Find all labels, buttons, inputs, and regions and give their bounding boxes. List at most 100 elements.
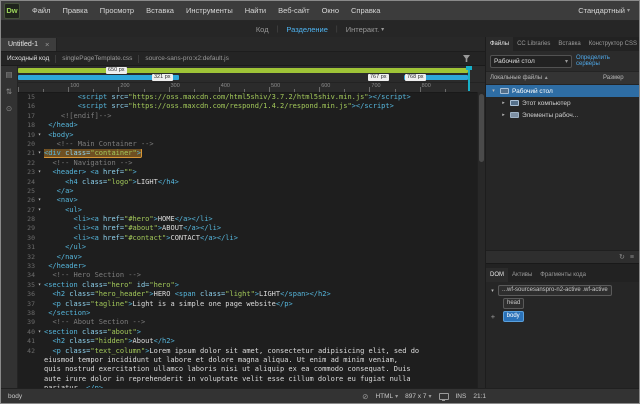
tab-dom[interactable]: DOM <box>486 268 508 282</box>
code-line[interactable]: 42 <p class="text_column">Lorem ipsum do… <box>18 347 485 356</box>
dom-row[interactable]: + body <box>486 310 639 323</box>
fold-arrow-icon[interactable]: ▾ <box>35 168 44 177</box>
code-line[interactable]: 21▾<div class="container"> <box>18 149 485 158</box>
dom-row[interactable]: head <box>486 297 639 310</box>
code-line[interactable]: 32 </nav> <box>18 253 485 262</box>
code-line[interactable]: 17 <![endif]--> <box>18 112 485 121</box>
close-icon[interactable]: × <box>45 40 49 49</box>
code-line[interactable]: eiusmod tempor incididunt ut labore et d… <box>18 356 485 365</box>
dom-element-pill[interactable]: head <box>503 298 524 309</box>
menu-item[interactable]: Правка <box>56 1 93 20</box>
code-line[interactable]: 20 <!-- Main Container --> <box>18 140 485 149</box>
tab-активы[interactable]: Активы <box>508 268 536 282</box>
scrollbar-thumb[interactable] <box>479 94 484 162</box>
media-query-label[interactable]: 767 px <box>368 74 389 81</box>
fold-arrow-icon[interactable]: ▾ <box>35 281 44 290</box>
dom-row[interactable]: ▾...wf-sourcesanspro-n2-active .wf-activ… <box>486 284 639 297</box>
app-logo-icon[interactable]: Dw <box>4 3 20 19</box>
editor-scrollbar[interactable] <box>477 92 485 389</box>
code-line[interactable]: 33 </header> <box>18 262 485 271</box>
chevron-down-icon[interactable]: ▾ <box>489 288 496 294</box>
code-line[interactable]: 23▾ <header> <a href=""> <box>18 168 485 177</box>
code-line[interactable]: 26▾ <nav> <box>18 196 485 205</box>
code-line[interactable]: 40▾<section class="about"> <box>18 328 485 337</box>
fold-arrow-icon[interactable]: ▾ <box>35 196 44 205</box>
menu-item[interactable]: Инструменты <box>180 1 239 20</box>
log-icon[interactable]: ≡ <box>630 254 634 261</box>
code-line[interactable]: 34 <!-- Hero Section --> <box>18 271 485 280</box>
code-line[interactable]: 18 </head> <box>18 121 485 130</box>
code-line[interactable]: 24 <h4 class="logo">LIGHT</h4> <box>18 178 485 187</box>
media-query-label[interactable]: 768 px <box>405 74 426 81</box>
related-file[interactable]: singlePageTemplate.css <box>56 52 138 65</box>
add-element-button[interactable]: + <box>489 312 497 321</box>
fold-arrow-icon[interactable]: ▾ <box>35 206 44 215</box>
code-line[interactable]: 39 <!-- About Section --> <box>18 318 485 327</box>
visual-media-queries-bar[interactable]: 650 px 321 px 767 px 768 px <box>18 66 485 83</box>
lint-status-icon[interactable]: ⊘ <box>362 392 368 401</box>
document-width-marker[interactable] <box>468 66 470 91</box>
menu-item[interactable]: Найти <box>239 1 272 20</box>
chevron-down-icon[interactable]: ▾ <box>490 88 497 94</box>
open-documents-icon[interactable]: ▤ <box>5 71 12 79</box>
view-mode[interactable]: Разделение <box>278 25 335 34</box>
tab-фрагменты-кода[interactable]: Фрагменты кода <box>536 268 590 282</box>
refresh-icon[interactable]: ↻ <box>619 253 625 261</box>
menu-item[interactable]: Справка <box>345 1 386 20</box>
column-local-files[interactable]: Локальные файлы ▲ <box>486 75 603 81</box>
code-line[interactable]: 36 <h2 class="hero_header">HERO <span cl… <box>18 290 485 299</box>
device-preview-icon[interactable] <box>439 393 449 400</box>
tree-row[interactable]: ▸Этот компьютер <box>486 97 639 109</box>
fold-arrow-icon[interactable]: ▾ <box>35 149 44 158</box>
fold-arrow-icon[interactable]: ▾ <box>35 328 44 337</box>
code-line[interactable]: 25 </a> <box>18 187 485 196</box>
tree-row[interactable]: ▸Элементы рабоч... <box>486 109 639 121</box>
dom-element-pill[interactable]: body <box>503 311 524 322</box>
fold-arrow-icon[interactable]: ▾ <box>35 131 44 140</box>
tree-row[interactable]: ▾Рабочий стол <box>486 85 639 97</box>
menu-item[interactable]: Вставка <box>140 1 180 20</box>
code-line[interactable]: 35▾<section class="hero" id="hero"> <box>18 281 485 290</box>
window-size-dropdown[interactable]: 897 x 7 ▾ <box>405 393 431 400</box>
related-file[interactable]: Исходный код <box>1 52 55 65</box>
workspace-switcher[interactable]: Стандартный ▾ <box>578 6 639 15</box>
chevron-right-icon[interactable]: ▸ <box>500 112 507 118</box>
document-tab[interactable]: Untitled-1 × <box>1 38 57 51</box>
code-line[interactable]: 31 </ul> <box>18 243 485 252</box>
menu-item[interactable]: Веб-сайт <box>272 1 315 20</box>
tab-конструктор-css[interactable]: Конструктор CSS <box>585 37 639 51</box>
code-editor[interactable]: 15 <script src="https://oss.maxcdn.com/h… <box>18 93 485 389</box>
tab-cc-libraries[interactable]: CC Libraries <box>513 37 554 51</box>
code-line[interactable]: 15 <script src="https://oss.maxcdn.com/h… <box>18 93 485 102</box>
code-line[interactable]: 29 <li><a href="#about">ABOUT</a></li> <box>18 224 485 233</box>
code-line[interactable]: 16 <script src="https://oss.maxcdn.com/r… <box>18 102 485 111</box>
code-line[interactable]: 30 <li><a href="#contact">CONTACT</a></l… <box>18 234 485 243</box>
define-servers-link[interactable]: Определить серверы <box>576 55 635 68</box>
menu-item[interactable]: Просмотр <box>94 1 140 20</box>
media-query-bar[interactable] <box>18 68 468 73</box>
live-view-options-icon[interactable]: ⊙ <box>6 105 12 113</box>
menu-item[interactable]: Окно <box>316 1 345 20</box>
code-line[interactable]: 27▾ <ul> <box>18 206 485 215</box>
code-line[interactable]: 38 </section> <box>18 309 485 318</box>
media-query-label[interactable]: 650 px <box>106 67 127 74</box>
chevron-right-icon[interactable]: ▸ <box>500 100 507 106</box>
code-line[interactable]: quis nostrud exercitation ullamco labori… <box>18 365 485 374</box>
code-line[interactable]: 19▾ <body> <box>18 131 485 140</box>
menu-item[interactable]: Файл <box>26 1 56 20</box>
tab-файлы[interactable]: Файлы <box>486 37 513 51</box>
code-line[interactable]: 22 <!-- Navigation --> <box>18 159 485 168</box>
site-dropdown[interactable]: Рабочий стол ▾ <box>490 55 572 68</box>
view-mode[interactable]: Код <box>248 25 277 34</box>
filter-icon[interactable] <box>462 54 471 63</box>
media-query-label[interactable]: 321 px <box>152 74 173 81</box>
code-line[interactable]: 37 <p class="tagline">Light is a simple … <box>18 300 485 309</box>
doctype-dropdown[interactable]: HTML ▾ <box>375 393 398 400</box>
related-file[interactable]: source-sans-pro:x2:default.js <box>139 52 234 65</box>
column-size[interactable]: Размер <box>603 75 639 81</box>
file-management-icon[interactable]: ⇅ <box>6 88 12 96</box>
code-line[interactable]: 28 <li><a href="#hero">HOME</a></li> <box>18 215 485 224</box>
tag-selector-body[interactable]: body <box>8 393 22 400</box>
view-mode[interactable]: Интеракт.▾ <box>338 25 392 34</box>
tab-вставка[interactable]: Вставка <box>554 37 584 51</box>
